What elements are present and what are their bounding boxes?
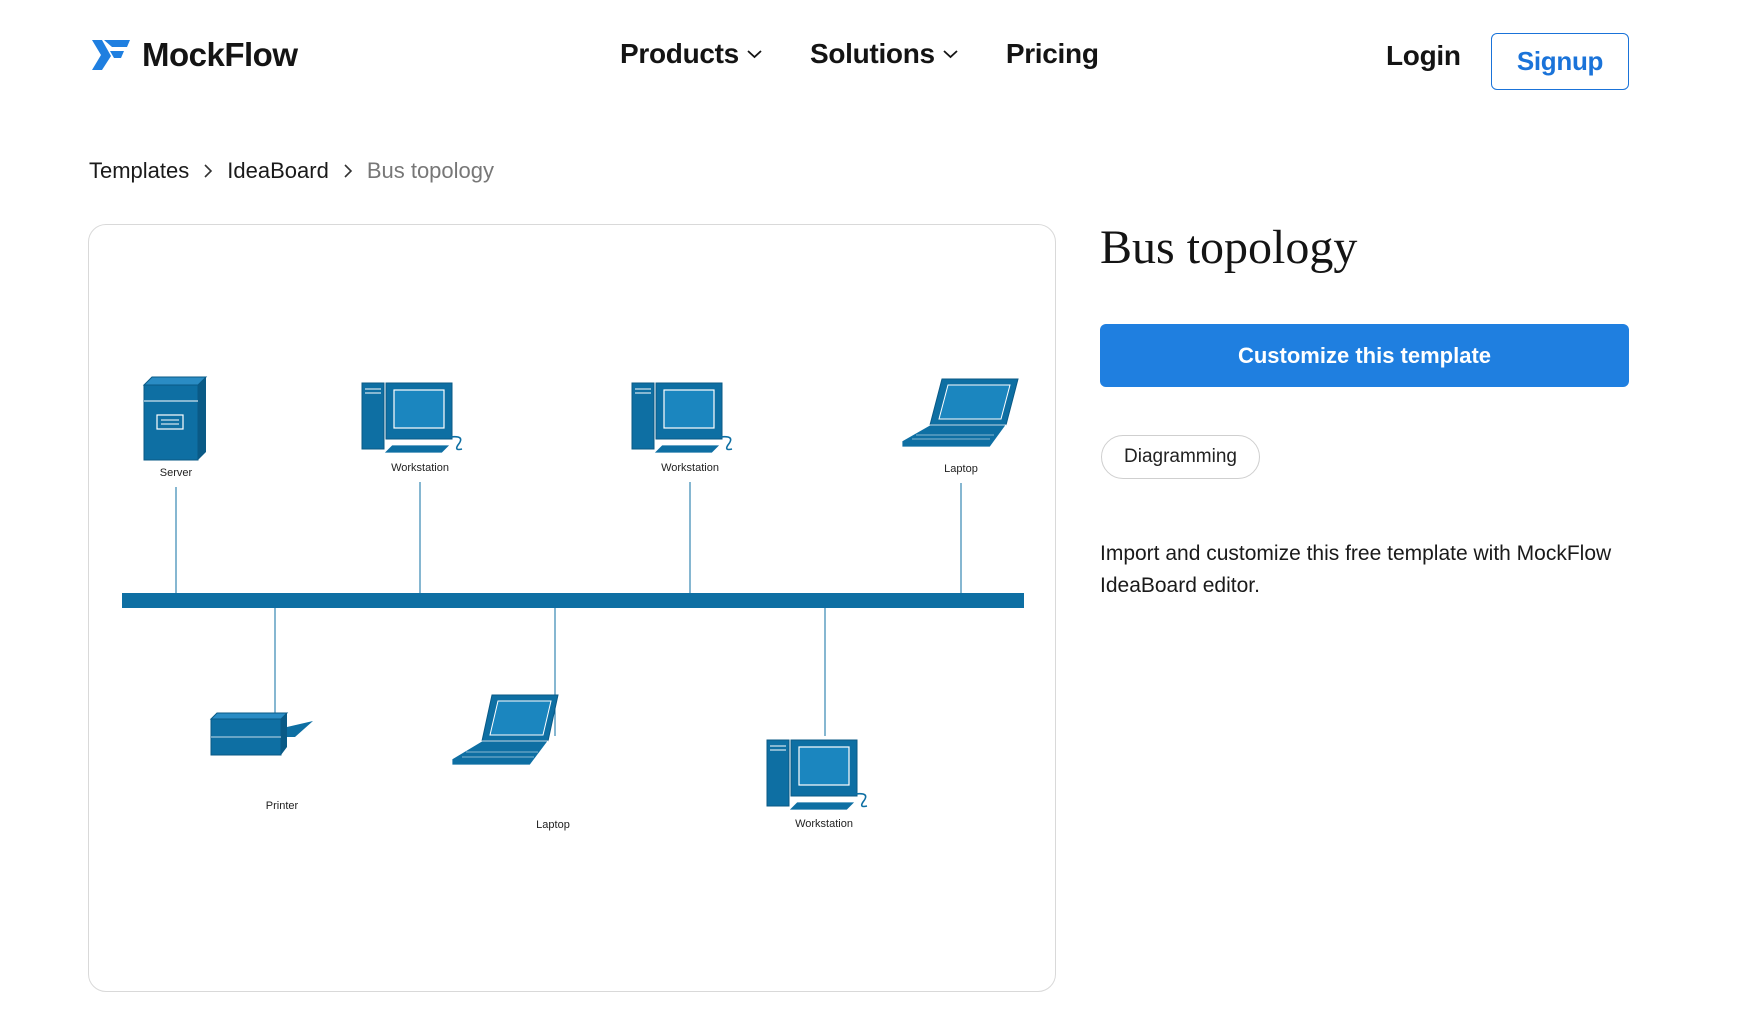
site-header: MockFlow Products Solutions Pricing Logi…: [0, 0, 1742, 120]
chevron-down-icon: [943, 50, 958, 59]
breadcrumb-templates[interactable]: Templates: [89, 158, 189, 184]
login-link[interactable]: Login: [1386, 40, 1461, 72]
workstation-label: Workstation: [795, 818, 853, 830]
breadcrumb-current: Bus topology: [366, 158, 495, 183]
chevron-down-icon: [747, 50, 762, 59]
bus-line: [122, 593, 1024, 608]
bus-topology-diagram: Server Workstation Workstation Laptop Pr…: [122, 376, 1024, 831]
template-preview[interactable]: Server Workstation Workstation Laptop Pr…: [88, 224, 1056, 992]
chevron-right-icon: [204, 164, 213, 178]
nav-products-label: Products: [620, 38, 739, 69]
page-title: Bus topology: [1100, 221, 1358, 274]
nav-solutions-label: Solutions: [809, 38, 935, 69]
mockflow-logo[interactable]: MockFlow: [90, 36, 298, 74]
printer-label: Printer: [266, 800, 299, 812]
workstation-icon: [766, 739, 868, 811]
workstation-label: Workstation: [661, 462, 719, 474]
template-description: Import and customize this free template …: [1100, 542, 1612, 597]
signup-button[interactable]: Signup: [1491, 33, 1629, 90]
nav-pricing[interactable]: Pricing: [1006, 38, 1099, 70]
category-tag[interactable]: Diagramming: [1101, 435, 1260, 479]
breadcrumb-ideaboard[interactable]: IdeaBoard: [227, 158, 329, 184]
nav-pricing-label: Pricing: [1005, 38, 1099, 69]
chevron-right-icon: [344, 164, 352, 178]
mockflow-logo-icon: [92, 40, 130, 70]
connector-lines: [175, 482, 962, 753]
workstation-label: Workstation: [391, 462, 449, 474]
nav-solutions[interactable]: Solutions: [810, 38, 958, 70]
breadcrumb: Templates IdeaBoard Bus topology: [89, 158, 494, 184]
workstation-icon: [361, 382, 463, 454]
laptop-icon: [901, 378, 1019, 448]
server-label: Server: [160, 467, 193, 479]
laptop-label: Laptop: [536, 819, 570, 831]
workstation-icon: [631, 382, 733, 454]
laptop-label: Laptop: [944, 463, 978, 475]
nav-products[interactable]: Products: [620, 38, 762, 70]
server-icon: [142, 376, 208, 461]
laptop-icon: [451, 694, 559, 766]
brand-name: MockFlow: [142, 36, 298, 73]
customize-template-button[interactable]: Customize this template: [1100, 324, 1629, 387]
main-nav: Products Solutions Pricing: [620, 38, 1147, 70]
printer-icon: [209, 712, 313, 756]
